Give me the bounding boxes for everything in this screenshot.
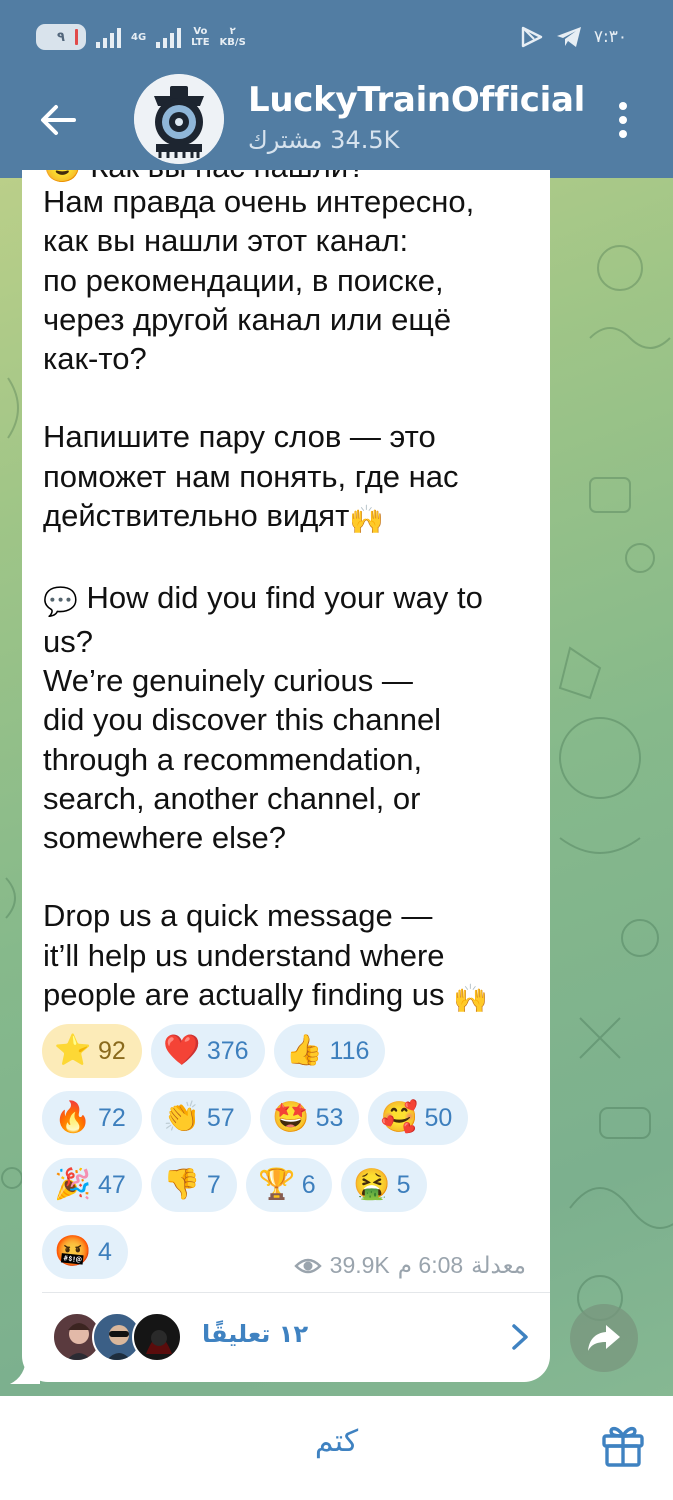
status-bar: ٩ 4G Vo LTE ٢ KB/S ٧:٣٠ xyxy=(0,0,673,70)
more-vert-icon[interactable] xyxy=(614,100,632,140)
reaction-emoji-icon: 🤮 xyxy=(352,1167,391,1202)
reaction-emoji-icon: 🤬 xyxy=(54,1234,92,1269)
raising-hands-icon: 🙌 xyxy=(349,504,385,536)
battery-icon: ٩ xyxy=(36,24,86,50)
reaction-chip[interactable]: 👎 7 xyxy=(150,1158,237,1212)
raising-hands-icon: 🙌 xyxy=(453,983,489,1015)
reaction-count: 47 xyxy=(98,1170,126,1199)
reaction-count: 4 xyxy=(98,1237,112,1266)
chevron-right-icon[interactable] xyxy=(508,1322,532,1352)
edited-label: معدلة xyxy=(471,1252,526,1278)
ru-paragraph-2-text: Напишите пару слов — это поможет нам пон… xyxy=(43,419,459,534)
message-time: 6:08 م xyxy=(397,1252,464,1278)
reaction-chip[interactable]: 🔥 72 xyxy=(42,1091,142,1145)
reaction-chip[interactable]: 🏆 6 xyxy=(245,1158,332,1212)
share-button[interactable] xyxy=(570,1304,638,1372)
channel-title[interactable]: LuckyTrainOfficial xyxy=(248,80,585,120)
reaction-chip[interactable]: 🤩 53 xyxy=(259,1091,360,1145)
signal-icon-2 xyxy=(156,26,182,48)
gift-icon[interactable] xyxy=(600,1422,646,1468)
play-store-icon xyxy=(521,26,543,48)
subscriber-count: 34.5K مشترك xyxy=(248,126,400,154)
network-speed: ٢ KB/S xyxy=(219,26,246,48)
comments-count[interactable]: ١٢ تعليقًا xyxy=(202,1320,308,1348)
reaction-row: ⭐ 92 ❤️ 376 👍 116 xyxy=(42,1024,542,1078)
ru-paragraph-1: Нам правда очень интересно, как вы нашли… xyxy=(43,184,475,377)
view-count: 39.9K xyxy=(329,1252,390,1278)
reaction-count: 116 xyxy=(329,1036,370,1065)
reaction-count: 5 xyxy=(396,1170,411,1199)
reaction-emoji-icon: ❤️ xyxy=(163,1033,201,1068)
reaction-count: 6 xyxy=(301,1170,316,1199)
channel-post-bubble: 😎 Как вы нас нашли? Нам правда очень инт… xyxy=(22,170,550,1382)
telegram-icon xyxy=(556,27,581,47)
reaction-emoji-icon: 👎 xyxy=(163,1167,201,1202)
reaction-emoji-icon: 🔥 xyxy=(54,1100,92,1135)
reaction-chip[interactable]: 🎉 47 xyxy=(42,1158,142,1212)
reaction-chip[interactable]: 🤮 5 xyxy=(340,1158,427,1212)
commenter-avatar xyxy=(132,1312,182,1362)
reaction-count: 53 xyxy=(315,1103,344,1132)
bottom-bar: كتم xyxy=(0,1396,673,1500)
en-paragraph-1-text: How did you find your way to us? We’re g… xyxy=(43,580,483,856)
share-arrow-icon xyxy=(588,1325,620,1351)
en-paragraph-2-text: Drop us a quick message — it’ll help us … xyxy=(43,898,445,1013)
reaction-emoji-icon: ⭐ xyxy=(54,1033,92,1068)
reaction-emoji-icon: 🥰 xyxy=(380,1100,419,1135)
reaction-count: 92 xyxy=(98,1036,126,1065)
reaction-chip[interactable]: ⭐ 92 xyxy=(42,1024,142,1078)
reaction-row: 🎉 47 👎 7 🏆 6 🤮 5 xyxy=(42,1158,542,1212)
speech-bubble-icon: 💬 xyxy=(43,586,78,618)
ru-paragraph-2: Напишите пару слов — это поможет нам пон… xyxy=(43,417,543,539)
reaction-row: 🔥 72 👏 57 🤩 53 🥰 50 xyxy=(42,1091,542,1145)
eye-icon xyxy=(293,1258,322,1273)
reaction-chip[interactable]: ❤️ 376 xyxy=(150,1024,265,1078)
reaction-emoji-icon: 🎉 xyxy=(54,1167,92,1202)
reaction-chip[interactable]: 🤬 4 xyxy=(42,1225,128,1279)
clock: ٧:٣٠ xyxy=(593,27,627,47)
reaction-chip[interactable]: 👍 116 xyxy=(273,1024,386,1078)
network-type: 4G xyxy=(131,31,147,43)
en-paragraph-1: 💬 How did you find your way to us? We’re… xyxy=(43,578,543,857)
message-meta: 39.9K 6:08 م معدلة xyxy=(293,1252,526,1279)
en-paragraph-2: Drop us a quick message — it’ll help us … xyxy=(43,896,543,1018)
message-text: Нам правда очень интересно, как вы нашли… xyxy=(43,182,543,1018)
back-arrow-icon[interactable] xyxy=(36,98,80,142)
reaction-count: 50 xyxy=(424,1103,453,1132)
reaction-emoji-icon: 👏 xyxy=(163,1100,201,1135)
signal-icon xyxy=(96,26,121,48)
comments-divider xyxy=(42,1292,550,1293)
reaction-count: 57 xyxy=(206,1103,235,1132)
reaction-emoji-icon: 👍 xyxy=(285,1033,324,1068)
reaction-count: 72 xyxy=(98,1103,126,1132)
app-header: ٩ 4G Vo LTE ٢ KB/S ٧:٣٠ LuckyTrainOffici… xyxy=(0,0,673,178)
train-logo-icon xyxy=(134,74,224,164)
channel-avatar[interactable] xyxy=(134,74,224,164)
volte-indicator: Vo LTE xyxy=(191,26,210,48)
reaction-emoji-icon: 🏆 xyxy=(258,1167,296,1202)
reaction-chip[interactable]: 🥰 50 xyxy=(368,1091,469,1145)
reaction-count: 376 xyxy=(206,1036,249,1065)
reaction-emoji-icon: 🤩 xyxy=(271,1100,310,1135)
battery-level: ٩ xyxy=(57,29,65,45)
reaction-count: 7 xyxy=(206,1170,221,1199)
mute-button[interactable]: كتم xyxy=(0,1424,673,1459)
comments-link[interactable]: ١٢ تعليقًا xyxy=(52,1308,532,1366)
reaction-chip[interactable]: 👏 57 xyxy=(150,1091,251,1145)
